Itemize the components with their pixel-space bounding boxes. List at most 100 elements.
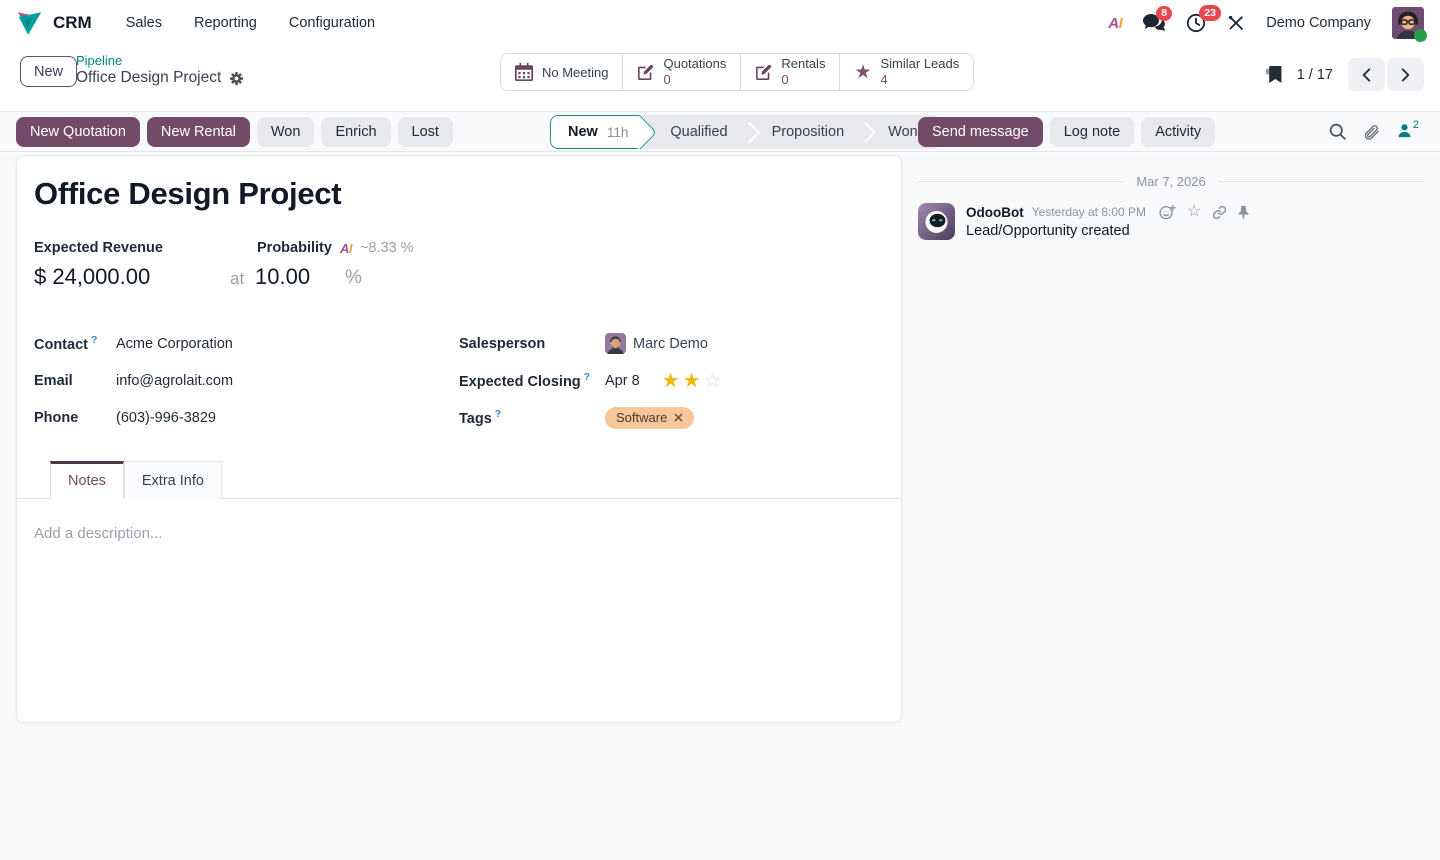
- star-message-icon[interactable]: ☆: [1187, 204, 1201, 220]
- stat-label: Similar Leads: [880, 56, 959, 72]
- message-toolbar: ☆: [1159, 204, 1249, 220]
- tag-software[interactable]: Software: [605, 407, 694, 429]
- send-message-button[interactable]: Send message: [918, 117, 1043, 147]
- app-name[interactable]: CRM: [53, 13, 92, 33]
- ai-icon[interactable]: AI: [1108, 15, 1122, 32]
- followers-count: 2: [1413, 119, 1419, 131]
- activities-clock-icon[interactable]: 23: [1186, 13, 1206, 33]
- stat-button-rentals[interactable]: Rentals 0: [740, 54, 839, 90]
- activities-badge: 23: [1199, 5, 1221, 21]
- stage-duration: 11h: [607, 125, 629, 140]
- new-record-button[interactable]: New: [20, 56, 77, 87]
- attachment-paperclip-icon[interactable]: [1363, 123, 1380, 141]
- priority-star[interactable]: ★: [683, 371, 701, 391]
- edit-note-icon: [755, 64, 772, 81]
- gear-icon[interactable]: [229, 71, 244, 86]
- message-body: Lead/Opportunity created: [966, 223, 1249, 239]
- stat-buttons: No Meeting Quotations 0 Ren: [500, 53, 974, 91]
- pager-next-button[interactable]: [1387, 58, 1424, 91]
- chatter-message: OdooBot Yesterday at 8:00 PM: [918, 203, 1424, 240]
- stage-proposition[interactable]: Proposition: [750, 115, 867, 149]
- probability-label: Probability AI ~8.33 %: [257, 240, 414, 256]
- email-label: Email: [34, 373, 116, 389]
- app-brand[interactable]: CRM: [16, 11, 92, 36]
- won-button[interactable]: Won: [257, 117, 315, 147]
- pager-value: 1 / 17: [1297, 67, 1333, 83]
- lost-button[interactable]: Lost: [398, 117, 453, 147]
- remove-tag-icon[interactable]: [674, 413, 683, 422]
- expected-closing-input[interactable]: Apr 8: [605, 373, 640, 389]
- email-input[interactable]: info@agrolait.com: [116, 373, 233, 389]
- priority-stars: ★ ★ ☆: [662, 371, 722, 391]
- stage-qualified[interactable]: Qualified: [640, 115, 749, 149]
- stat-button-meeting[interactable]: No Meeting: [501, 54, 622, 90]
- opportunity-title-input[interactable]: Office Design Project: [34, 177, 884, 211]
- probability-ai-hint: ~8.33 %: [360, 240, 414, 256]
- link-icon[interactable]: [1212, 205, 1227, 220]
- breadcrumb: Pipeline Office Design Project: [76, 53, 244, 87]
- pin-icon[interactable]: [1238, 205, 1249, 219]
- enrich-button[interactable]: Enrich: [321, 117, 390, 147]
- bookmark-icon[interactable]: [1266, 66, 1282, 83]
- menu-configuration[interactable]: Configuration: [289, 15, 375, 31]
- salesperson-name: Marc Demo: [633, 336, 708, 352]
- stat-button-quotations[interactable]: Quotations 0: [622, 54, 740, 90]
- log-note-button[interactable]: Log note: [1050, 117, 1134, 147]
- stat-label: Quotations: [663, 56, 726, 72]
- main-menus: Sales Reporting Configuration: [126, 15, 375, 31]
- priority-star[interactable]: ☆: [704, 371, 722, 391]
- message-author[interactable]: OdooBot: [966, 205, 1024, 220]
- message-timestamp: Yesterday at 8:00 PM: [1032, 205, 1146, 219]
- breadcrumb-parent-link[interactable]: Pipeline: [76, 53, 244, 68]
- stage-label: New: [568, 124, 598, 140]
- new-rental-button[interactable]: New Rental: [147, 117, 250, 147]
- search-messages-icon[interactable]: [1329, 123, 1346, 140]
- stat-count: 0: [781, 72, 788, 88]
- email-field-row: Email info@agrolait.com: [34, 369, 459, 392]
- company-switcher[interactable]: Demo Company: [1266, 15, 1371, 31]
- online-status-dot: [1414, 29, 1427, 42]
- tab-notes[interactable]: Notes: [50, 461, 124, 499]
- probability-input[interactable]: 10.00: [255, 264, 310, 290]
- probability-unit: %: [345, 267, 362, 289]
- tab-extra-info[interactable]: Extra Info: [124, 461, 222, 499]
- add-reaction-icon[interactable]: [1159, 204, 1176, 220]
- tools-icon[interactable]: [1227, 14, 1245, 32]
- crm-logo-icon: [16, 11, 44, 36]
- stage-pipeline: New 11h Qualified Proposition Won: [550, 115, 940, 149]
- salesperson-avatar: [605, 333, 626, 354]
- stat-button-similar-leads[interactable]: ★ Similar Leads 4: [839, 54, 973, 90]
- phone-label: Phone: [34, 410, 116, 426]
- contact-field-row: Contact? Acme Corporation: [34, 332, 459, 355]
- phone-input[interactable]: (603)-996-3829: [116, 410, 216, 426]
- pager-previous-button[interactable]: [1348, 58, 1385, 91]
- stage-new[interactable]: New 11h: [550, 115, 640, 149]
- edit-note-icon: [637, 64, 654, 81]
- description-input[interactable]: Add a description...: [34, 525, 884, 542]
- date-divider-text: Mar 7, 2026: [1136, 174, 1205, 189]
- priority-star[interactable]: ★: [662, 371, 680, 391]
- tags-label: Tags?: [459, 408, 605, 427]
- user-avatar[interactable]: [1392, 7, 1424, 39]
- form-sheet: Office Design Project Expected Revenue P…: [16, 155, 902, 723]
- contact-label: Contact?: [34, 334, 116, 353]
- salesperson-input[interactable]: Marc Demo: [605, 333, 708, 354]
- star-icon: ★: [854, 63, 871, 82]
- menu-sales[interactable]: Sales: [126, 15, 162, 31]
- activity-button[interactable]: Activity: [1141, 117, 1215, 147]
- contact-input[interactable]: Acme Corporation: [116, 336, 233, 352]
- top-navbar: CRM Sales Reporting Configuration AI 8 2…: [0, 0, 1440, 46]
- followers-person-icon: [1397, 123, 1412, 138]
- menu-reporting[interactable]: Reporting: [194, 15, 257, 31]
- expected-revenue-input[interactable]: $ 24,000.00: [34, 264, 150, 290]
- stat-count: 0: [663, 72, 670, 88]
- control-panel: New Pipeline Office Design Project: [0, 46, 1440, 111]
- tag-text: Software: [616, 410, 667, 425]
- notebook-tabs: Notes Extra Info: [17, 460, 901, 499]
- status-bar: New Quotation New Rental Won Enrich Lost…: [0, 111, 1440, 152]
- new-quotation-button[interactable]: New Quotation: [16, 117, 140, 147]
- messages-icon[interactable]: 8: [1143, 14, 1165, 33]
- followers-button[interactable]: 2: [1397, 123, 1419, 138]
- ai-icon: AI: [340, 241, 352, 256]
- tags-field-row: Tags? Software: [459, 406, 884, 429]
